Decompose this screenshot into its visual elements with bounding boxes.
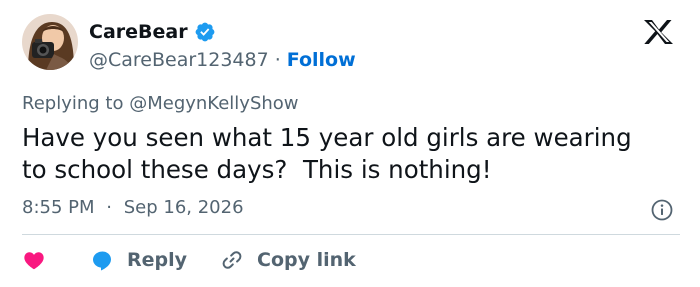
author-handle-line: @CareBear123487 · Follow (89, 48, 356, 72)
handle-separator: · (274, 49, 281, 71)
reply-context: Replying to @MegynKellyShow (22, 93, 299, 114)
author-handle[interactable]: @CareBear123487 (89, 49, 269, 71)
author-avatar[interactable] (22, 14, 78, 70)
follow-button[interactable]: Follow (287, 49, 356, 71)
heart-icon (24, 252, 44, 270)
author-name[interactable]: CareBear (89, 21, 188, 43)
reply-label: Reply (127, 249, 188, 271)
divider (22, 234, 680, 235)
verified-badge-icon (195, 22, 214, 42)
timestamp-separator: · (106, 197, 112, 218)
like-button[interactable] (22, 248, 46, 272)
action-bar: Reply Copy link (22, 247, 356, 273)
author-name-line: CareBear (89, 20, 216, 44)
reply-button[interactable]: Reply (90, 248, 187, 272)
tweet-date: Sep 16, 2026 (123, 197, 244, 218)
x-logo-icon[interactable] (636, 18, 680, 46)
reply-bubble-icon (93, 251, 111, 271)
copy-link-button[interactable]: Copy link (220, 248, 356, 272)
reply-mention-link[interactable]: @MegynKellyShow (129, 93, 298, 114)
info-icon[interactable] (650, 198, 674, 222)
tweet-text: Have you seen what 15 year old girls are… (22, 123, 632, 184)
avatar-image (22, 14, 78, 70)
tweet-time: 8:55 PM (22, 197, 95, 218)
copy-link-label: Copy link (257, 249, 356, 271)
link-icon (222, 251, 242, 269)
tweet-timestamp[interactable]: 8:55 PM · Sep 16, 2026 (22, 197, 244, 218)
reply-prefix: Replying to (22, 93, 124, 114)
